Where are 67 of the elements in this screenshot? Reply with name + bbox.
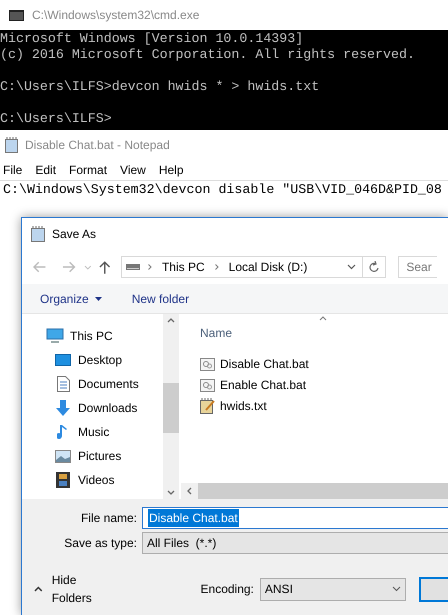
file-name-field[interactable]: Disable Chat.bat bbox=[142, 507, 448, 529]
sidebar-item[interactable]: This PC bbox=[22, 324, 163, 348]
chevron-up-icon bbox=[34, 586, 43, 592]
sidebar-item[interactable]: Videos bbox=[22, 468, 163, 492]
gears-file-icon bbox=[200, 378, 214, 392]
saved-document-entry[interactable]: Disable Chat.bat bbox=[199, 356, 448, 372]
vertical-scrollbar[interactable] bbox=[163, 314, 179, 499]
hide-folders-button[interactable]: Hide Folders bbox=[34, 571, 118, 607]
menu-item[interactable]: File bbox=[3, 161, 22, 179]
field-label: Save as type: bbox=[63, 535, 138, 552]
console-line: C:\Users\ILFS> bbox=[0, 111, 112, 127]
field-label: File name: bbox=[80, 510, 138, 527]
chevron-right-icon bbox=[214, 264, 219, 270]
chevron-down-icon[interactable] bbox=[347, 264, 356, 270]
chevron-right-icon bbox=[148, 264, 152, 270]
file-type-dropdown[interactable]: All Files (*.*) bbox=[142, 532, 448, 554]
menu-item[interactable]: Format bbox=[69, 161, 108, 179]
sort-caret-icon bbox=[319, 316, 327, 321]
chevron-down-icon bbox=[392, 586, 401, 592]
notepad-icon bbox=[31, 226, 46, 242]
breadcrumb-item[interactable]: Local Disk (D:) bbox=[228, 258, 308, 276]
sidebar-item[interactable]: Pictures bbox=[22, 444, 163, 468]
saved-document-entry[interactable]: Enable Chat.bat bbox=[199, 377, 448, 393]
new-folder-button[interactable]: New folder bbox=[132, 290, 190, 308]
scrollbar-thumb[interactable] bbox=[163, 383, 179, 433]
selected-text: Disable Chat.bat bbox=[148, 509, 239, 527]
film-icon bbox=[56, 472, 70, 488]
dialog-title: Save As bbox=[52, 226, 96, 243]
organize-button[interactable]: Organize bbox=[40, 290, 102, 308]
caret-icon bbox=[94, 296, 102, 300]
console-line: C:\Users\ILFS>devcon hwids * > hwids.txt bbox=[0, 79, 320, 95]
text-line: C:\Windows\System32\devcon disable "USB\VID_046D&PID_08 bbox=[2, 181, 442, 199]
menu-item[interactable]: View bbox=[120, 161, 146, 179]
down-arrow-icon bbox=[55, 400, 71, 416]
up-arrow-icon[interactable] bbox=[99, 260, 111, 274]
search-field[interactable]: Sear bbox=[398, 256, 437, 278]
menu-item[interactable]: Edit bbox=[35, 161, 56, 179]
sidebar-item[interactable]: Music bbox=[22, 420, 163, 444]
breadcrumb-item[interactable]: This PC bbox=[162, 258, 205, 276]
picture-icon bbox=[55, 450, 71, 462]
scroll-left-icon[interactable] bbox=[187, 487, 192, 495]
notepad-icon bbox=[200, 398, 214, 414]
address-bar[interactable]: This PC Local Disk (D:) bbox=[120, 256, 386, 278]
save-button[interactable] bbox=[418, 576, 448, 602]
computer-icon bbox=[46, 328, 64, 344]
sidebar-item[interactable]: Downloads bbox=[22, 396, 163, 420]
monitor-icon bbox=[55, 354, 71, 366]
console-line: (c) 2016 Microsoft Corporation. All rights reserved. bbox=[0, 47, 415, 63]
scroll-up-icon[interactable] bbox=[167, 318, 175, 323]
field-label: Encoding: bbox=[200, 581, 254, 598]
scroll-down-icon[interactable] bbox=[167, 490, 175, 495]
console-icon bbox=[9, 10, 24, 20]
notepad-icon bbox=[5, 137, 19, 153]
window-title: Disable Chat.bat - Notepad bbox=[25, 137, 170, 154]
sidebar-item[interactable]: Documents bbox=[22, 372, 163, 396]
window-title: C:\Windows\system32\cmd.exe bbox=[32, 7, 200, 24]
encoding-dropdown[interactable]: ANSI bbox=[260, 578, 406, 600]
gears-file-icon bbox=[200, 358, 214, 370]
column-header[interactable]: Name bbox=[200, 324, 232, 342]
menu-item[interactable]: Help bbox=[158, 161, 184, 179]
sidebar-item[interactable]: Desktop bbox=[22, 348, 163, 372]
refresh-icon[interactable] bbox=[368, 260, 380, 274]
drive-icon bbox=[126, 264, 140, 270]
music-note-icon bbox=[57, 424, 69, 440]
console-line: Microsoft Windows [Version 10.0.14393] bbox=[0, 31, 304, 47]
document-icon bbox=[56, 376, 70, 392]
saved-document-entry[interactable]: hwids.txt bbox=[199, 398, 448, 414]
